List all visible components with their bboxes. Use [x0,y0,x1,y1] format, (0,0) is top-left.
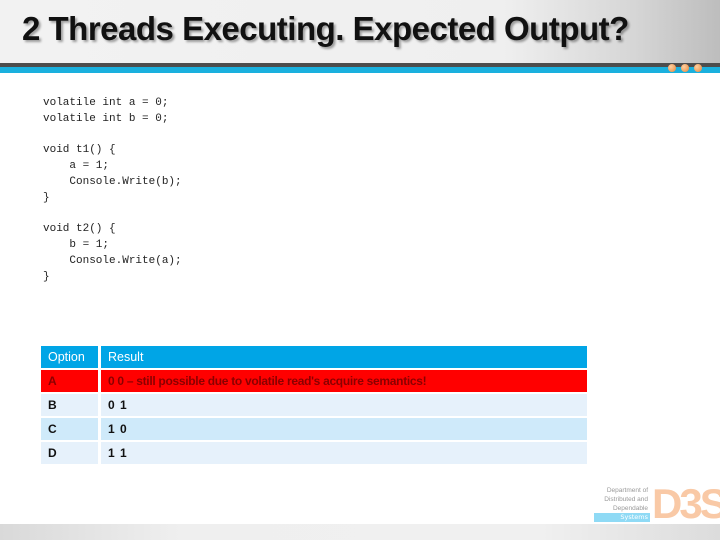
logo-department-text: Department of Distributed and Dependable [590,486,648,513]
code-line: b = 1; [43,239,110,252]
dot-icon [668,64,676,72]
slide-header: 2 Threads Executing. Expected Output? [0,0,720,63]
table-row-b: B 0 1 [41,394,587,416]
code-line: void t1() { [43,144,116,157]
code-line: volatile int b = 0; [43,112,169,125]
d3s-logo: Department of Distributed and Dependable… [590,480,720,527]
slide-footer [0,524,720,540]
code-line: } [43,191,50,204]
code-line: void t2() { [43,223,116,236]
header-result: Result [101,346,587,368]
slide-title: 2 Threads Executing. Expected Output? [22,10,629,47]
table-row-d: D 1 1 [41,442,587,464]
option-cell: D [41,442,101,464]
result-cell: 0 1 [101,394,587,416]
result-cell: 1 1 [101,442,587,464]
code-line: Console.Write(b); [43,175,182,188]
logo-mark: D3S [652,480,720,527]
decorative-dots [668,64,702,72]
code-block: volatile int a = 0; volatile int b = 0; vo… [43,96,182,286]
result-cell: 0 0 – still possible due to volatile rea… [101,370,587,392]
header-option: Option [41,346,101,368]
table-header-row: Option Result [41,346,587,368]
option-cell: B [41,394,101,416]
code-line: volatile int a = 0; [43,97,169,109]
option-cell: A [41,370,101,392]
logo-line: Department of [606,487,648,494]
table-row-c: C 1 0 [41,418,587,440]
logo-line: Distributed and [604,496,648,503]
table-row-a: A 0 0 – still possible due to volatile r… [41,370,587,392]
dot-icon [681,64,689,72]
code-line: } [43,270,50,283]
options-table: Option Result A 0 0 – still possible due… [41,344,587,466]
logo-line: Dependable [612,505,648,512]
dot-icon [694,64,702,72]
logo-systems-label: Systems [594,513,650,522]
result-cell: 1 0 [101,418,587,440]
option-cell: C [41,418,101,440]
code-line: a = 1; [43,160,110,173]
code-line: Console.Write(a); [43,254,182,267]
header-divider-blue [0,67,720,73]
